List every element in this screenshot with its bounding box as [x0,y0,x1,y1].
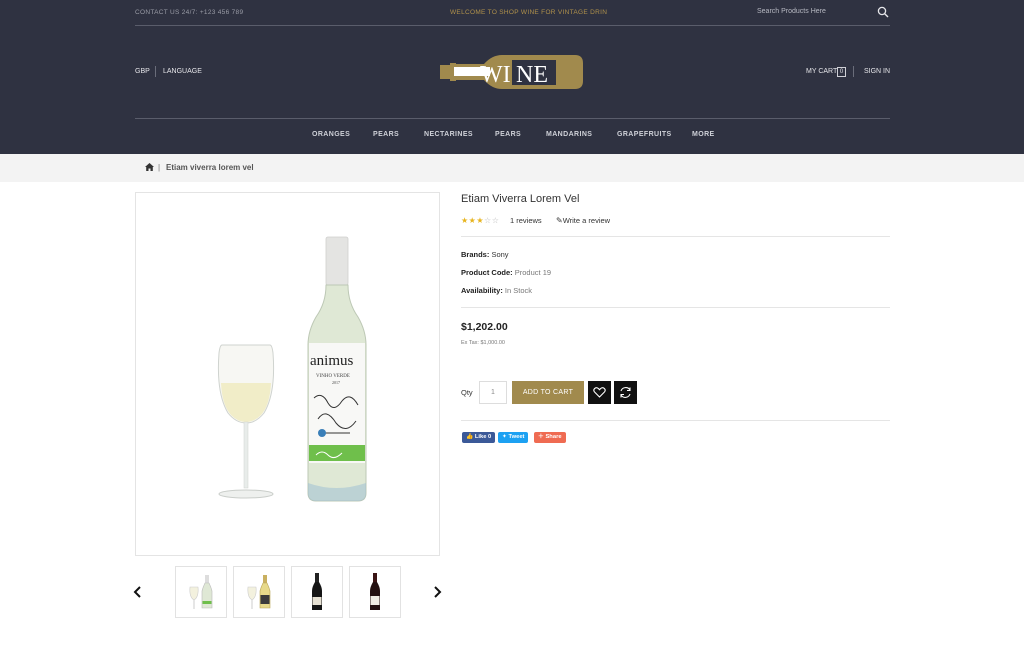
divider [155,66,156,77]
availability-row: Availability: In Stock [461,286,533,295]
svg-text:WI: WI [480,62,511,88]
contact-text: CONTACT US 24/7: +123 456 789 [135,9,244,16]
cart-count-badge: 0 [837,67,846,77]
nav-item-mandarins[interactable]: MANDARINS [546,131,592,138]
tweet-button[interactable]: ✦ Tweet [498,432,529,443]
nav-item-pears[interactable]: PEARS [373,131,399,138]
write-review-link[interactable]: ✎Write a review [556,216,610,225]
share-plus-icon: ＋ [538,434,544,440]
thumbnail-3[interactable] [291,566,343,618]
wine-glass-illustration [217,344,275,499]
compare-button[interactable] [614,381,637,404]
divider [461,420,890,421]
thumbnail-2[interactable] [233,566,285,618]
breadcrumb-separator: | [158,163,161,172]
quantity-input[interactable] [479,381,507,404]
divider [853,66,854,77]
add-to-wishlist-button[interactable] [588,381,611,404]
quantity-label: Qty [461,388,473,397]
divider [461,307,890,308]
reviews-link[interactable]: 1 reviews [510,216,542,225]
svg-text:2017: 2017 [332,380,340,385]
add-to-cart-button[interactable]: ADD TO CART [512,381,584,404]
star-empty-icon: ☆ [491,216,500,225]
chevron-left-icon[interactable] [133,586,143,598]
twitter-bird-icon: ✦ [502,434,507,440]
nav-item-pears-2[interactable]: PEARS [495,131,521,138]
thumbnail-image [312,573,322,610]
search-icon[interactable] [877,6,889,18]
site-header: CONTACT US 24/7: +123 456 789 WELCOME TO… [0,0,1024,154]
divider [461,236,890,237]
nav-item-nectarines[interactable]: NECTARINES [424,131,473,138]
thumbnail-1[interactable] [175,566,227,618]
star-filled-icon: ★ [461,216,469,225]
thumbnail-image [189,575,213,609]
star-filled-icon: ★ [476,216,485,225]
breadcrumb-current[interactable]: Etiam viverra lorem vel [166,163,254,172]
refresh-compare-icon [620,387,631,398]
product-main-image[interactable]: animus VINHO VERDE 2017 [135,192,440,556]
wine-bottle-illustration: animus VINHO VERDE 2017 [307,236,367,502]
chevron-right-icon[interactable] [432,586,442,598]
language-selector[interactable]: LANGUAGE [163,68,202,75]
nav-divider [135,118,890,119]
nav-item-grapefruits[interactable]: GRAPEFRUITS [617,131,672,138]
thumbs-up-icon: 👍 [466,434,474,440]
product-code-row: Product Code: Product 19 [461,268,552,277]
pencil-icon: ✎ [556,216,563,225]
svg-text:NE: NE [516,62,548,88]
product-title: Etiam Viverra Lorem Vel [461,193,580,205]
welcome-text: WELCOME TO SHOP WINE FOR VINTAGE DRIN [450,9,608,16]
thumbnail-4[interactable] [349,566,401,618]
share-button[interactable]: ＋ Share [534,432,566,443]
cart-link[interactable]: MY CART [806,68,837,75]
currency-selector[interactable]: GBP [135,68,150,75]
nav-item-more[interactable]: MORE [692,131,715,138]
product-price: $1,202.00 [461,321,508,333]
home-icon[interactable] [145,163,154,171]
svg-text:VINHO VERDE: VINHO VERDE [316,374,350,379]
brand-row: Brands: Sony [461,250,509,259]
sign-in-link[interactable]: SIGN IN [864,68,890,75]
top-bar: CONTACT US 24/7: +123 456 789 WELCOME TO… [135,0,890,26]
heart-icon [593,387,606,398]
star-empty-icon: ☆ [484,216,492,225]
ex-tax-price: Ex Tax: $1,000.00 [461,340,505,346]
thumbnail-image [247,575,271,609]
product-photo: animus VINHO VERDE 2017 [217,236,367,502]
svg-text:animus: animus [310,353,353,369]
brand-link[interactable]: Sony [491,250,508,259]
facebook-like-button[interactable]: 👍 Like 0 [462,432,496,443]
thumbnail-image [370,573,380,610]
nav-item-oranges[interactable]: ORANGES [312,131,350,138]
rating-stars: ★★★☆☆ [461,216,499,225]
search-input[interactable]: Search Products Here [757,8,826,15]
site-logo[interactable]: WI NE [440,53,585,91]
